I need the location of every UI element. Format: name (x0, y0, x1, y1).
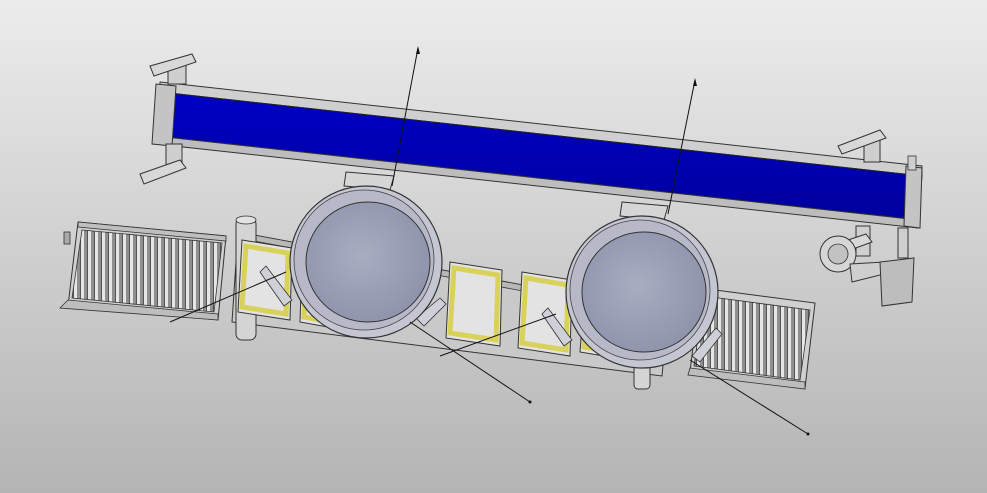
tray (445, 261, 503, 347)
arrowhead (528, 400, 532, 404)
left-roller-conveyor (59, 221, 227, 321)
assembly-drawing (0, 0, 987, 493)
drum-right (565, 215, 719, 369)
tray (237, 239, 293, 321)
drum-left (289, 185, 443, 339)
cad-viewport (0, 0, 987, 493)
arrowhead (806, 432, 810, 436)
